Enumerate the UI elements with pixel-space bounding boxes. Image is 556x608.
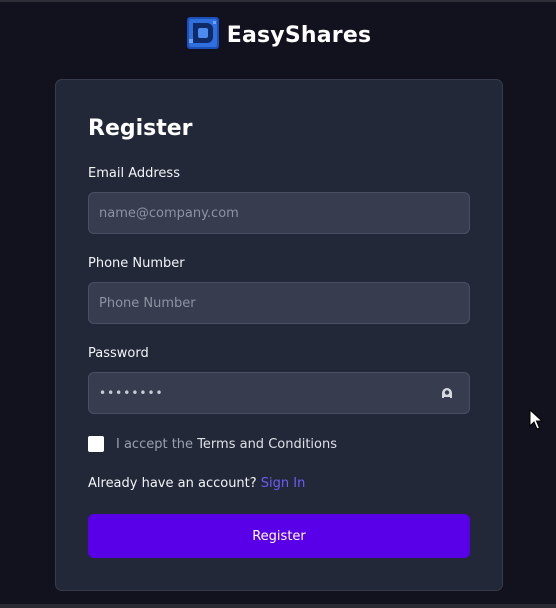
phone-field[interactable] [99,295,459,311]
terms-checkbox[interactable] [88,436,104,452]
register-card: Register Email Address Phone Number Pass… [55,79,503,591]
signin-row: Already have an account? Sign In [88,476,305,491]
terms-text: I accept the Terms and Conditions [116,437,337,452]
window-top-edge [0,0,556,2]
window-bottom-edge [0,604,556,608]
phone-field-wrapper [88,282,470,324]
terms-prefix: I accept the [116,436,198,452]
phone-label: Phone Number [88,256,185,271]
terms-row: I accept the Terms and Conditions [88,436,337,452]
password-field[interactable]: •••••••• [88,372,470,414]
signin-link[interactable]: Sign In [261,476,306,491]
email-field-wrapper [88,192,470,234]
register-button[interactable]: Register [88,514,470,558]
brand-name: EasyShares [226,22,372,48]
eye-toggle-icon[interactable] [439,385,455,401]
signin-prompt: Already have an account? [88,476,261,491]
password-label: Password [88,346,149,361]
terms-link[interactable]: Terms and Conditions [197,437,337,452]
password-masked-value: •••••••• [99,386,164,400]
page-title: Register [88,116,193,141]
mouse-pointer-icon [529,408,544,435]
email-label: Email Address [88,166,180,181]
brand-header: EasyShares [0,16,556,54]
easyshares-logo-icon [185,15,221,55]
email-field[interactable] [99,205,459,221]
